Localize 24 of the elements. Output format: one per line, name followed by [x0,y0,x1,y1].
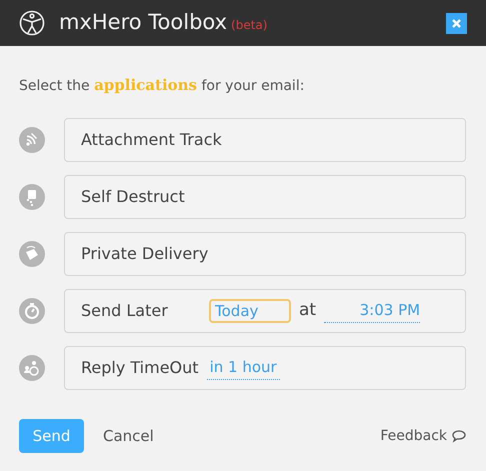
at-label: at [299,299,316,322]
app-label: Reply TimeOut [81,357,199,379]
app-icon [19,355,45,381]
app-option[interactable]: Private Delivery [64,232,466,276]
app-label: Self Destruct [81,186,186,208]
app-icon [19,127,45,153]
close-button[interactable] [446,12,467,34]
feedback-link[interactable]: Feedback [380,426,467,446]
app-label: Attachment Track [81,129,222,151]
instruction-text: Select the applications for your email: [19,75,306,96]
app-icon [19,184,45,210]
speech-bubble-icon [451,429,467,443]
app-option[interactable]: Attachment Track [64,118,466,162]
app-icon [19,298,45,324]
beta-label: (beta) [231,17,268,34]
app-option[interactable]: Self Destruct [64,175,466,219]
figure-logo-icon [19,10,45,36]
app-label: Private Delivery [81,243,209,265]
app-label: Send Later [81,300,169,322]
app-option[interactable]: Reply TimeOut in 1 hour [64,346,466,390]
app-icon [19,241,45,267]
close-icon [452,18,461,28]
window-title: mxHero Toolbox [59,9,228,36]
cancel-button[interactable]: Cancel [103,424,154,448]
